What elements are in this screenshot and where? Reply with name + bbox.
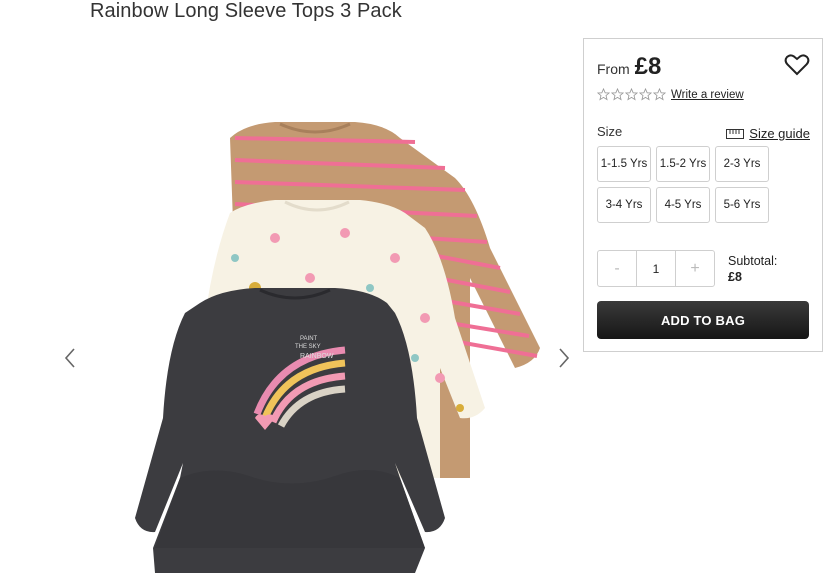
subtotal: Subtotal: £8 — [728, 253, 777, 285]
product-title: Rainbow Long Sleeve Tops 3 Pack — [90, 0, 402, 22]
svg-text:RAINBOW: RAINBOW — [300, 353, 334, 360]
size-guide-link[interactable]: Size guide — [726, 126, 810, 141]
write-review-link[interactable]: Write a review — [671, 89, 744, 101]
quantity-increase-button[interactable]: + — [676, 251, 714, 286]
gallery-next-button[interactable] — [554, 343, 574, 373]
star-icon — [611, 88, 624, 101]
size-option[interactable]: 3-4 Yrs — [597, 187, 651, 223]
chevron-left-icon — [64, 348, 75, 368]
size-option[interactable]: 1-1.5 Yrs — [597, 146, 651, 182]
star-icon — [625, 88, 638, 101]
svg-text:PAINT: PAINT — [300, 336, 318, 342]
chevron-right-icon — [559, 348, 570, 368]
quantity-stepper: - 1 + — [597, 250, 715, 287]
star-rating — [597, 88, 666, 101]
rating: Write a review — [597, 88, 744, 101]
size-option[interactable]: 5-6 Yrs — [715, 187, 769, 223]
svg-text:THE SKY: THE SKY — [295, 344, 321, 350]
size-option[interactable]: 1.5-2 Yrs — [656, 146, 710, 182]
purchase-panel: From £8 Write a review Size Size guide 1… — [583, 38, 823, 352]
gallery-prev-button[interactable] — [60, 343, 80, 373]
size-options: 1-1.5 Yrs 1.5-2 Yrs 2-3 Yrs 3-4 Yrs 4-5 … — [597, 146, 769, 223]
size-option[interactable]: 4-5 Yrs — [656, 187, 710, 223]
subtotal-label: Subtotal: — [728, 254, 778, 268]
price: From £8 — [597, 53, 661, 81]
price-prefix: From — [597, 61, 630, 77]
star-icon — [597, 88, 610, 101]
star-icon — [653, 88, 666, 101]
heart-icon — [784, 54, 810, 76]
quantity-decrease-button[interactable]: - — [598, 251, 636, 286]
add-to-bag-button[interactable]: ADD TO BAG — [597, 301, 809, 339]
size-guide-label: Size guide — [749, 126, 810, 141]
size-label: Size — [597, 124, 623, 139]
price-value: £8 — [634, 53, 662, 80]
wishlist-button[interactable] — [784, 53, 810, 77]
ruler-icon — [726, 128, 745, 139]
charcoal-rainbow-top-image: PAINT THE SKY RAINBOW — [135, 288, 445, 573]
quantity-input[interactable]: 1 — [636, 251, 676, 286]
subtotal-value: £8 — [728, 270, 742, 284]
size-option[interactable]: 2-3 Yrs — [715, 146, 769, 182]
product-image[interactable]: PAINT THE SKY RAINBOW — [95, 118, 555, 578]
star-icon — [639, 88, 652, 101]
